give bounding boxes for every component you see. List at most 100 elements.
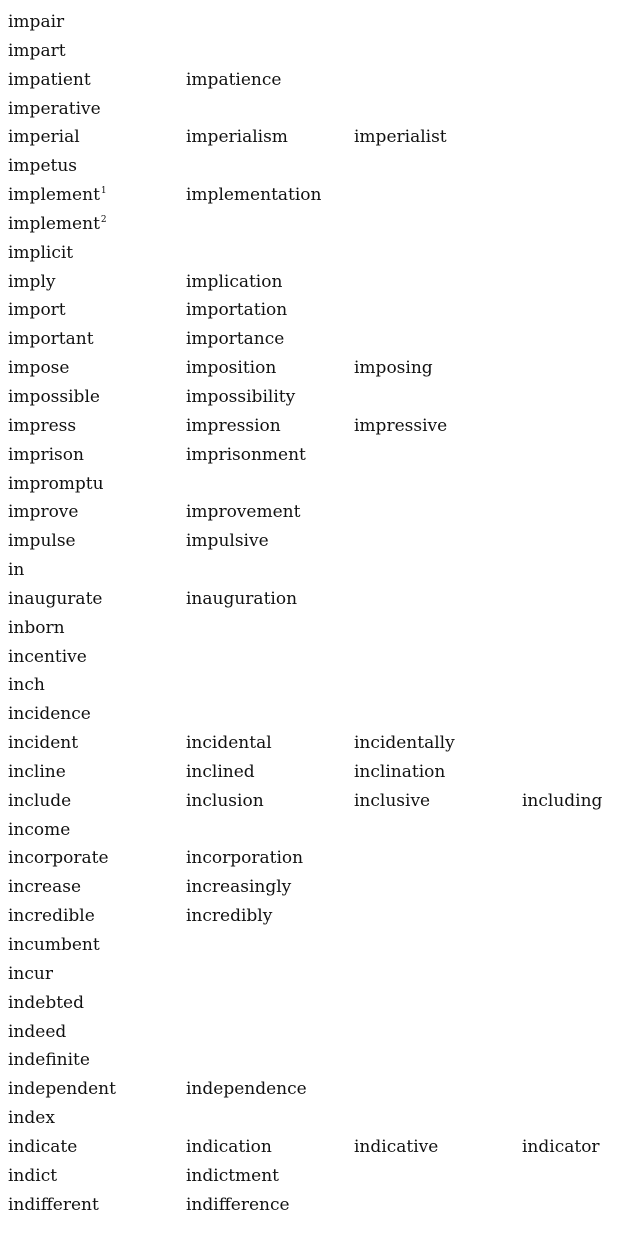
derived-word: indicator bbox=[522, 1133, 600, 1162]
word-text: independent bbox=[8, 1079, 116, 1100]
headword: implement2 bbox=[8, 210, 107, 239]
headword: imply bbox=[8, 268, 55, 297]
word-row: import importation bbox=[8, 296, 620, 325]
derived-word: independence bbox=[186, 1075, 307, 1104]
derived-word: incredibly bbox=[186, 902, 272, 931]
word-text: incident bbox=[8, 733, 79, 754]
headword: incidence bbox=[8, 700, 91, 729]
word-text: inch bbox=[8, 675, 45, 696]
word-text: indictment bbox=[186, 1165, 280, 1186]
headword: important bbox=[8, 325, 94, 354]
word-text: inclined bbox=[186, 761, 255, 782]
word-text: inclusion bbox=[186, 790, 264, 811]
word-text: impose bbox=[8, 358, 70, 379]
word-text: incidentally bbox=[354, 733, 455, 754]
headword: impromptu bbox=[8, 470, 104, 499]
derived-word: inclination bbox=[354, 758, 445, 787]
word-text: indicator bbox=[522, 1136, 600, 1157]
word-text: incur bbox=[8, 963, 53, 984]
derived-word: inclined bbox=[186, 758, 255, 787]
derived-word: inclusion bbox=[186, 787, 264, 816]
word-text: increase bbox=[8, 877, 82, 898]
word-text: impatience bbox=[186, 69, 282, 90]
homograph-number: 2 bbox=[100, 214, 107, 225]
word-text: impressive bbox=[354, 415, 448, 436]
headword: index bbox=[8, 1104, 55, 1133]
word-text: impulse bbox=[8, 531, 76, 552]
derived-word: impulsive bbox=[186, 527, 269, 556]
word-text: incorporate bbox=[8, 848, 109, 869]
word-text: inclination bbox=[354, 761, 446, 782]
headword: independent bbox=[8, 1075, 116, 1104]
word-text: indifferent bbox=[8, 1194, 99, 1215]
word-text: inborn bbox=[8, 617, 65, 638]
headword: indefinite bbox=[8, 1046, 90, 1075]
derived-word: including bbox=[522, 787, 602, 816]
word-text: index bbox=[8, 1108, 55, 1129]
word-text: impossible bbox=[8, 386, 100, 407]
word-row: independent independence bbox=[8, 1075, 620, 1104]
word-row: imperative bbox=[8, 95, 620, 124]
derived-word: incidentally bbox=[354, 729, 455, 758]
headword: impatient bbox=[8, 66, 91, 95]
headword: import bbox=[8, 296, 66, 325]
word-row: impose imposition imposing bbox=[8, 354, 620, 383]
word-row: incidence bbox=[8, 700, 620, 729]
word-row: incredible incredibly bbox=[8, 902, 620, 931]
word-row: indeed bbox=[8, 1018, 620, 1047]
derived-word: impossibility bbox=[186, 383, 295, 412]
derived-word: incidental bbox=[186, 729, 272, 758]
word-row: include inclusion inclusive including bbox=[8, 787, 620, 816]
word-text: incentive bbox=[8, 646, 87, 667]
word-text: indebted bbox=[8, 992, 84, 1013]
headword: imperative bbox=[8, 95, 101, 124]
word-row: incentive bbox=[8, 643, 620, 672]
derived-word: imposition bbox=[186, 354, 276, 383]
word-text: impromptu bbox=[8, 473, 104, 494]
word-text: indict bbox=[8, 1165, 58, 1186]
word-text: indication bbox=[186, 1136, 272, 1157]
word-text: improve bbox=[8, 502, 79, 523]
word-text: importation bbox=[186, 300, 288, 321]
headword: incredible bbox=[8, 902, 95, 931]
word-row: indifferent indifference bbox=[8, 1191, 620, 1220]
word-text: incline bbox=[8, 761, 66, 782]
word-row: impulse impulsive bbox=[8, 527, 620, 556]
word-text: impulsive bbox=[186, 531, 269, 552]
word-row: important importance bbox=[8, 325, 620, 354]
headword: incorporate bbox=[8, 844, 109, 873]
word-row: impossible impossibility bbox=[8, 383, 620, 412]
derived-word: imposing bbox=[354, 354, 433, 383]
headword: indict bbox=[8, 1162, 57, 1191]
word-text: increasingly bbox=[186, 877, 292, 898]
derived-word: indictment bbox=[186, 1162, 279, 1191]
word-text: impetus bbox=[8, 156, 78, 177]
word-text: implement bbox=[8, 185, 100, 206]
word-text: imperialist bbox=[354, 127, 447, 148]
word-text: impression bbox=[186, 415, 281, 436]
derived-word: indifference bbox=[186, 1191, 290, 1220]
derived-word: indicative bbox=[354, 1133, 438, 1162]
word-text: imply bbox=[8, 271, 56, 292]
headword: indicate bbox=[8, 1133, 77, 1162]
word-row: income bbox=[8, 816, 620, 845]
word-row: improve improvement bbox=[8, 498, 620, 527]
headword: inch bbox=[8, 671, 45, 700]
word-text: implication bbox=[186, 271, 283, 292]
headword: include bbox=[8, 787, 71, 816]
word-text: including bbox=[522, 790, 603, 811]
derived-word: importance bbox=[186, 325, 284, 354]
derived-word: impression bbox=[186, 412, 281, 441]
word-row: inaugurate inauguration bbox=[8, 585, 620, 614]
word-row: impair bbox=[8, 8, 620, 37]
word-row: index bbox=[8, 1104, 620, 1133]
word-row: incumbent bbox=[8, 931, 620, 960]
headword: impulse bbox=[8, 527, 76, 556]
derived-word: implication bbox=[186, 268, 282, 297]
headword: incur bbox=[8, 960, 53, 989]
word-text: imperialism bbox=[186, 127, 288, 148]
headword: impetus bbox=[8, 152, 77, 181]
word-row: incorporate incorporation bbox=[8, 844, 620, 873]
derived-word: imperialist bbox=[354, 123, 447, 152]
word-text: impress bbox=[8, 415, 77, 436]
